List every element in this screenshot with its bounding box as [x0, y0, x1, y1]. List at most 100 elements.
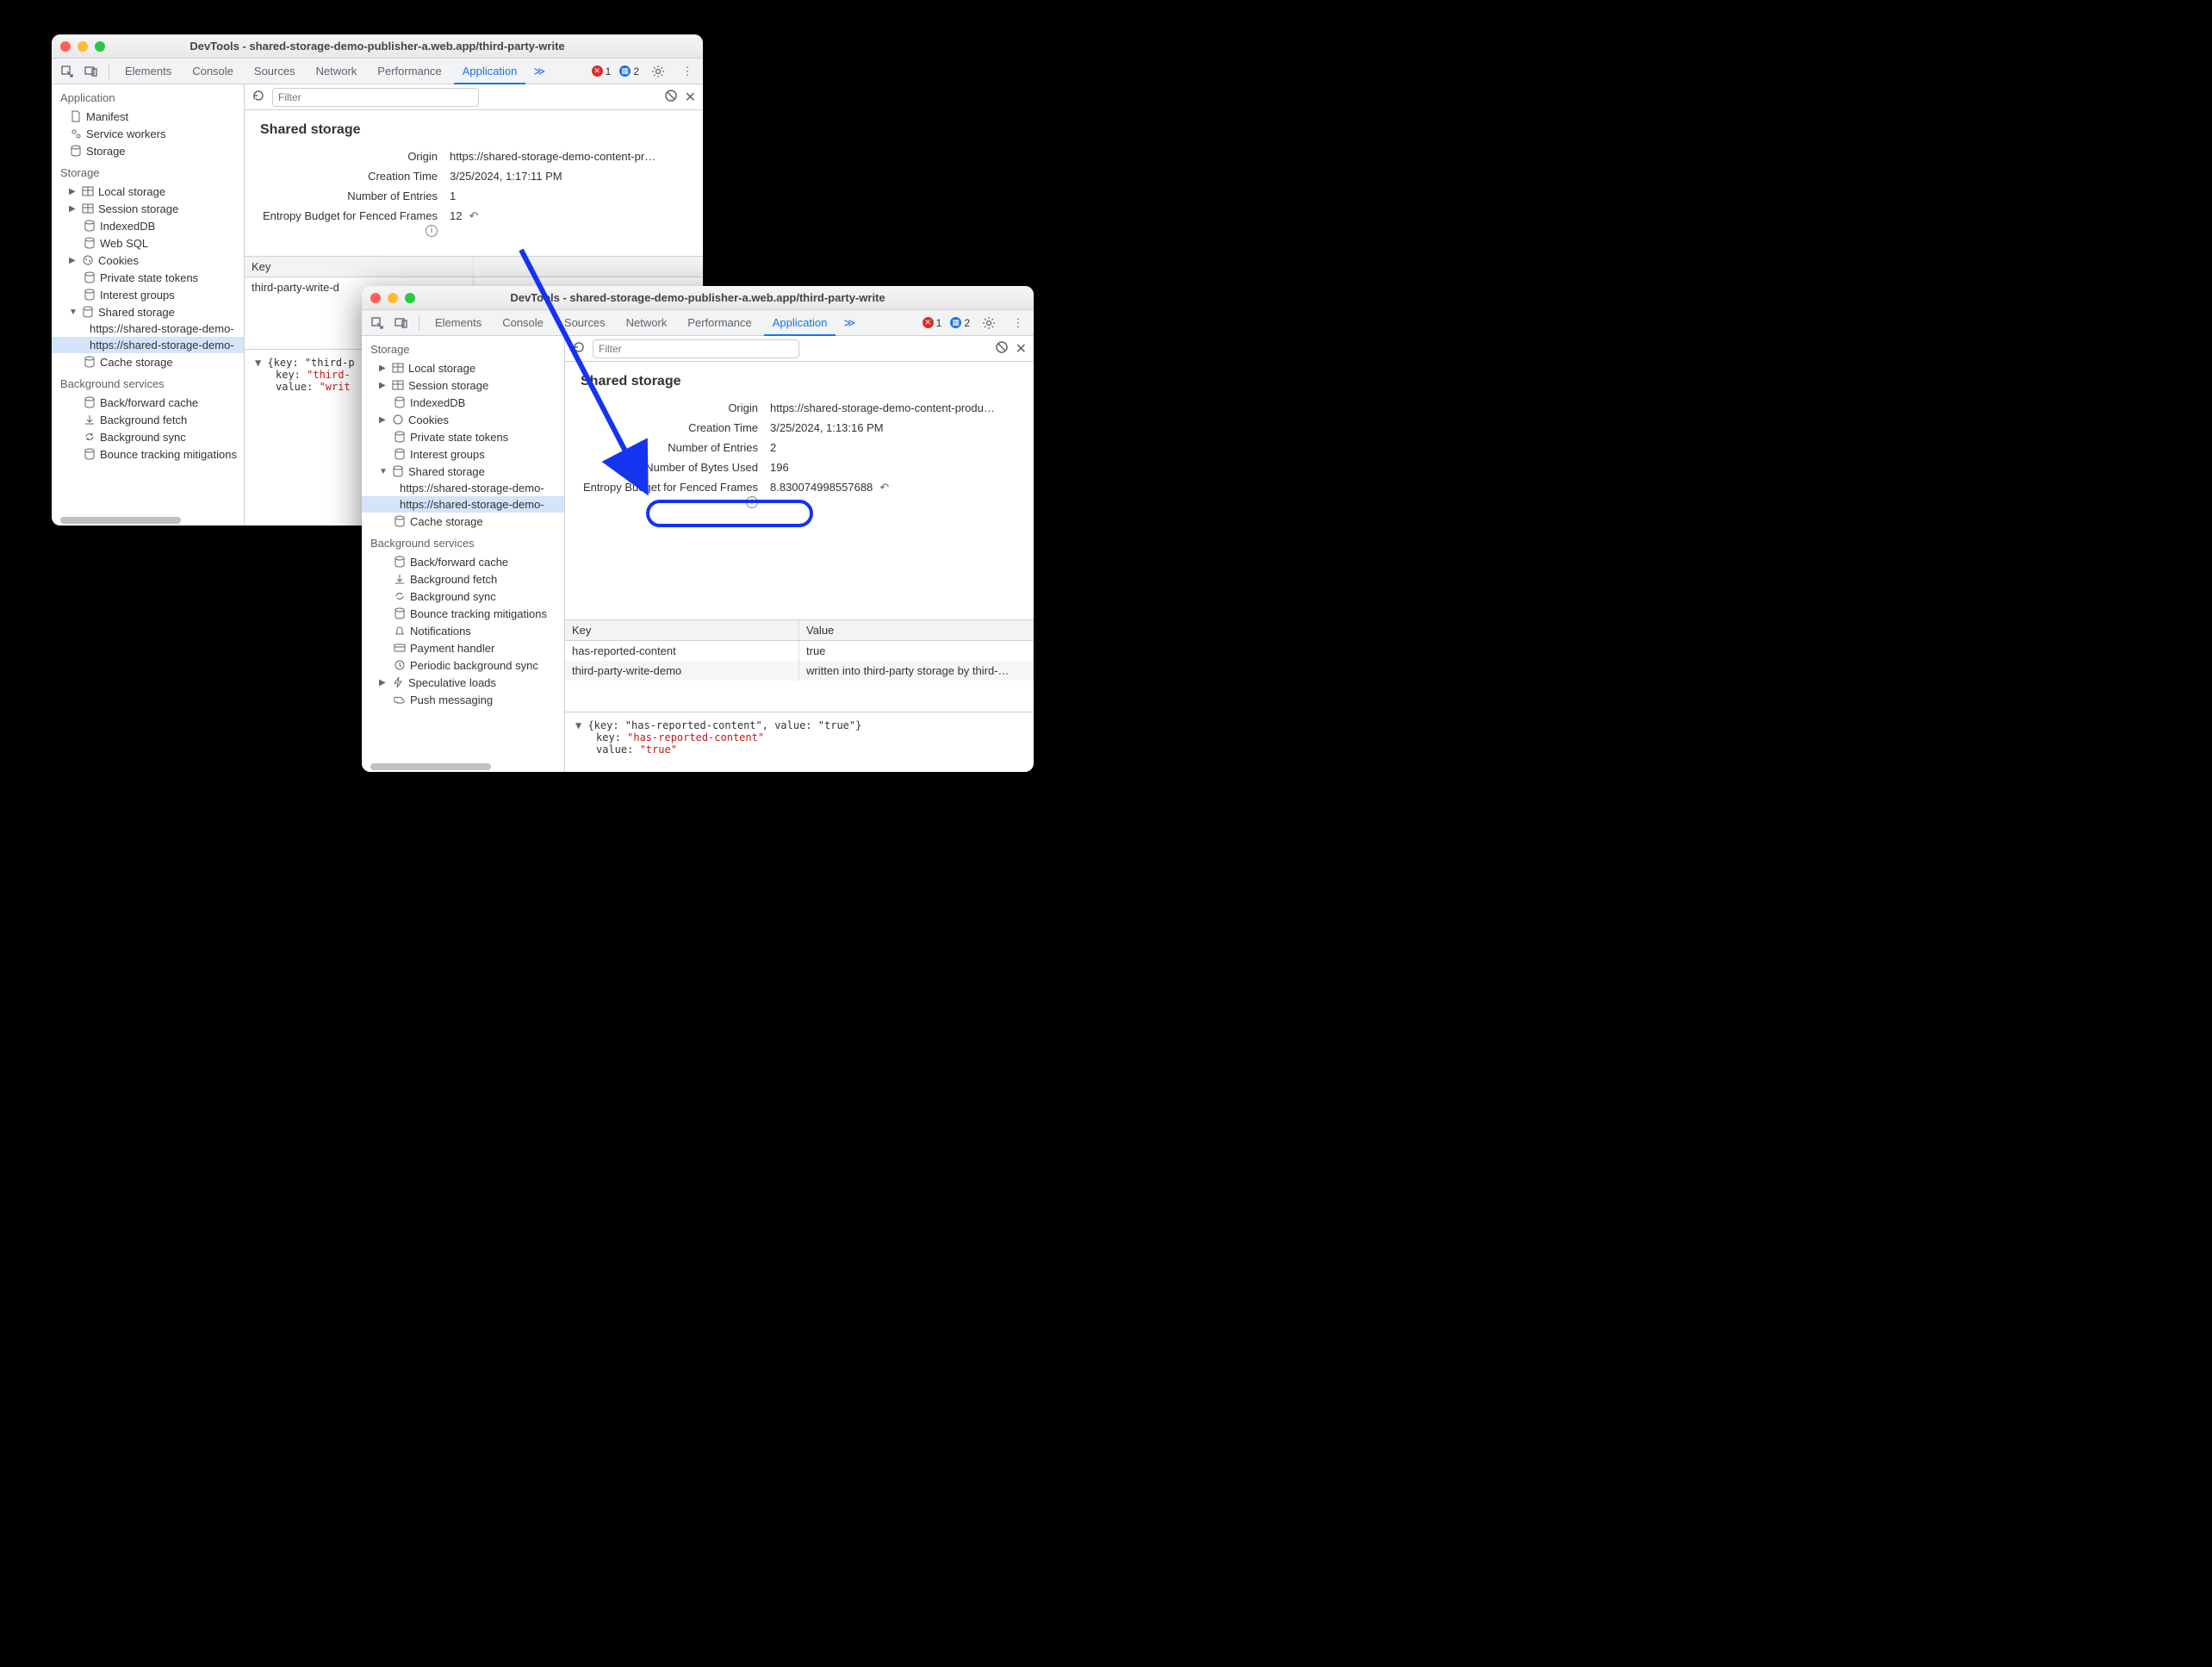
gear-icon[interactable] [648, 61, 668, 82]
sync-icon [393, 589, 407, 603]
bytes-used-row: Number of Bytes Used196 [581, 461, 1018, 474]
sidebar-item-shared-storage[interactable]: ▼Shared storage [52, 303, 244, 320]
sidebar-item-ss-origin-1[interactable]: https://shared-storage-demo- [52, 320, 244, 337]
zoom-icon[interactable] [95, 41, 105, 52]
minimize-icon[interactable] [388, 293, 398, 303]
sidebar-item-bf-cache[interactable]: Back/forward cache [52, 394, 244, 411]
sidebar-item-bg-sync[interactable]: Background sync [362, 588, 564, 605]
sidebar-item-ss-origin-1[interactable]: https://shared-storage-demo- [362, 480, 564, 496]
database-icon [393, 447, 407, 461]
sidebar-item-notifications[interactable]: Notifications [362, 622, 564, 639]
more-tabs-icon[interactable]: ≫ [529, 61, 550, 82]
refresh-icon[interactable] [252, 89, 265, 105]
sidebar-item-session-storage[interactable]: ▶Session storage [52, 200, 244, 217]
inspect-icon[interactable] [57, 61, 78, 82]
filter-input[interactable] [272, 88, 479, 107]
tab-sources[interactable]: Sources [556, 310, 614, 336]
undo-icon[interactable]: ↶ [469, 209, 478, 223]
devtools-window-2: DevTools - shared-storage-demo-publisher… [362, 286, 1034, 772]
block-icon[interactable] [664, 89, 678, 105]
close-icon[interactable]: ✕ [685, 89, 696, 106]
sidebar-item-cache-storage[interactable]: Cache storage [362, 513, 564, 530]
tab-elements[interactable]: Elements [426, 310, 490, 336]
tab-application[interactable]: Application [454, 59, 526, 84]
scrollbar-thumb[interactable] [370, 763, 491, 770]
kebab-icon[interactable]: ⋮ [1008, 313, 1028, 333]
sidebar-item-bg-fetch[interactable]: Background fetch [52, 411, 244, 428]
gear-icon[interactable] [979, 313, 999, 333]
info-icon[interactable]: i [426, 225, 438, 237]
tab-sources[interactable]: Sources [245, 59, 304, 84]
sidebar-item-btm[interactable]: Bounce tracking mitigations [52, 445, 244, 463]
database-icon [69, 144, 83, 158]
block-icon[interactable] [995, 340, 1009, 357]
sidebar-item-websql[interactable]: Web SQL [52, 234, 244, 252]
message-badge[interactable]: ▦2 [619, 65, 639, 78]
sidebar-item-cookies[interactable]: ▶Cookies [52, 252, 244, 269]
error-badge[interactable]: ✕1 [592, 65, 612, 78]
sidebar-item-pst[interactable]: Private state tokens [52, 269, 244, 286]
tab-performance[interactable]: Performance [679, 310, 760, 336]
sidebar-item-bf-cache[interactable]: Back/forward cache [362, 553, 564, 570]
close-icon[interactable] [370, 293, 381, 303]
sidebar-item-session-storage[interactable]: ▶Session storage [362, 376, 564, 394]
undo-icon[interactable]: ↶ [879, 481, 889, 495]
sidebar-item-storage[interactable]: Storage [52, 142, 244, 159]
sidebar-item-btm[interactable]: Bounce tracking mitigations [362, 605, 564, 622]
inspect-icon[interactable] [367, 313, 388, 333]
tab-console[interactable]: Console [494, 310, 552, 336]
info-icon[interactable]: i [746, 496, 758, 508]
sidebar-item-ss-origin-2[interactable]: https://shared-storage-demo- [362, 496, 564, 513]
minimize-icon[interactable] [78, 41, 88, 52]
more-tabs-icon[interactable]: ≫ [839, 313, 860, 333]
sidebar-item-push[interactable]: Push messaging [362, 691, 564, 708]
sidebar-item-cache-storage[interactable]: Cache storage [52, 353, 244, 370]
tab-console[interactable]: Console [183, 59, 242, 84]
message-badge[interactable]: ▦2 [950, 317, 970, 329]
kv-table: KeyValue has-reported-contenttrue third-… [565, 619, 1034, 712]
sidebar-item-indexeddb[interactable]: IndexedDB [362, 394, 564, 411]
error-badge[interactable]: ✕1 [923, 317, 942, 329]
close-icon[interactable] [60, 41, 71, 52]
sidebar-item-shared-storage[interactable]: ▼Shared storage [362, 463, 564, 480]
traffic-lights [60, 41, 105, 52]
sidebar-item-local-storage[interactable]: ▶Local storage [362, 359, 564, 376]
scrollbar-thumb[interactable] [60, 517, 181, 524]
tab-performance[interactable]: Performance [369, 59, 450, 84]
refresh-icon[interactable] [572, 340, 586, 357]
sidebar-item-service-workers[interactable]: Service workers [52, 125, 244, 142]
tab-application[interactable]: Application [764, 310, 836, 336]
tab-network[interactable]: Network [618, 310, 676, 336]
col-key[interactable]: Key [245, 257, 474, 277]
gears-icon [69, 127, 83, 140]
window-title: DevTools - shared-storage-demo-publisher… [362, 291, 1034, 304]
sidebar-item-bg-fetch[interactable]: Background fetch [362, 570, 564, 588]
sidebar-item-bg-sync[interactable]: Background sync [52, 428, 244, 445]
bell-icon [393, 624, 407, 638]
sidebar-item-payment[interactable]: Payment handler [362, 639, 564, 656]
device-icon[interactable] [391, 313, 412, 333]
col-key[interactable]: Key [565, 620, 799, 640]
sidebar-item-pst[interactable]: Private state tokens [362, 428, 564, 445]
table-row[interactable]: third-party-write-demowritten into third… [565, 661, 1034, 681]
filter-input[interactable] [593, 339, 799, 358]
kebab-icon[interactable]: ⋮ [677, 61, 698, 82]
sidebar-item-ss-origin-2[interactable]: https://shared-storage-demo- [52, 337, 244, 353]
tab-elements[interactable]: Elements [116, 59, 180, 84]
sidebar-item-interest-groups[interactable]: Interest groups [362, 445, 564, 463]
col-value[interactable]: Value [799, 620, 1034, 640]
sidebar-item-local-storage[interactable]: ▶Local storage [52, 183, 244, 200]
sidebar-item-periodic-sync[interactable]: Periodic background sync [362, 656, 564, 674]
tab-network[interactable]: Network [308, 59, 366, 84]
sidebar-item-manifest[interactable]: Manifest [52, 108, 244, 125]
sidebar-item-cookies[interactable]: ▶Cookies [362, 411, 564, 428]
device-icon[interactable] [81, 61, 102, 82]
panel-heading: Shared storage [260, 122, 687, 138]
sidebar-item-indexeddb[interactable]: IndexedDB [52, 217, 244, 234]
database-icon [83, 236, 96, 250]
table-row[interactable]: has-reported-contenttrue [565, 641, 1034, 661]
sidebar-item-interest-groups[interactable]: Interest groups [52, 286, 244, 303]
sidebar-item-speculative[interactable]: ▶Speculative loads [362, 674, 564, 691]
close-icon[interactable]: ✕ [1016, 340, 1027, 358]
zoom-icon[interactable] [405, 293, 415, 303]
